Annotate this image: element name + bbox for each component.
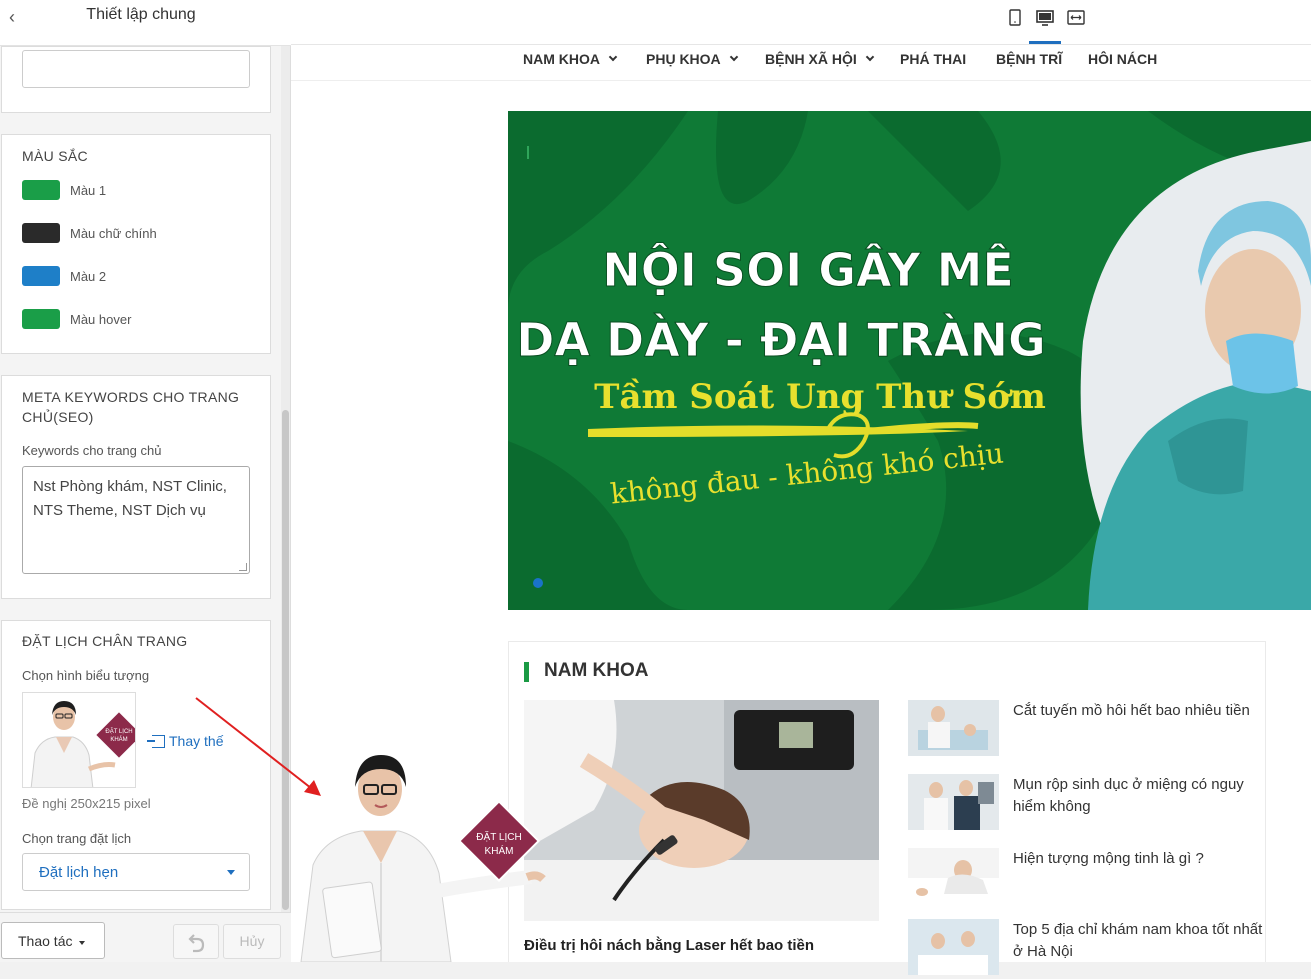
list-item[interactable]: Cắt tuyến mồ hôi hết bao nhiêu tiền [908, 700, 1268, 760]
nam-khoa-section: NAM KHOA Điều trị hôi nách bằng Laser hế… [508, 641, 1268, 975]
sidebar-footer: Thao tác Hủy [0, 912, 291, 962]
man-in-bed-image [908, 848, 999, 904]
article-thumbnail[interactable] [908, 774, 999, 830]
float-badge-line2: KHÁM [485, 844, 514, 857]
colors-section-title: MÀU SẮC [22, 148, 88, 164]
image-size-hint: Đề nghị 250x215 pixel [22, 796, 151, 811]
nav-item-pha-thai[interactable]: PHÁ THAI [900, 51, 966, 67]
previous-setting-card [1, 46, 271, 113]
fullwidth-icon[interactable] [1066, 8, 1086, 28]
banner-graphic: NỘI SOI GÂY MÊ DẠ DÀY - ĐẠI TRÀNG Tầm So… [508, 111, 1311, 610]
caret-down-icon [79, 941, 85, 945]
nav-label: BỆNH XÃ HỘI [765, 51, 857, 67]
doctor-patient-image [908, 700, 999, 756]
float-badge-line1: ĐẶT LỊCH [476, 830, 521, 843]
list-item[interactable]: Top 5 địa chỉ khám nam khoa tốt nhất ở H… [908, 919, 1268, 979]
floating-booking-widget[interactable]: ĐẶT LỊCH KHÁM [291, 745, 551, 963]
nav-label: PHÁ THAI [900, 51, 967, 67]
color-label: Màu 2 [70, 268, 107, 284]
color-swatch[interactable] [22, 180, 60, 200]
active-device-indicator [1029, 41, 1061, 44]
nav-item-phu-khoa[interactable]: PHỤ KHOA [646, 51, 738, 67]
color-swatch[interactable] [22, 223, 60, 243]
article-title[interactable]: Hiện tượng mộng tinh là gì ? [1013, 848, 1268, 870]
article-title[interactable]: Cắt tuyến mồ hôi hết bao nhiêu tiền [1013, 700, 1268, 722]
chevron-down-icon [608, 52, 618, 62]
nav-item-benh-tri[interactable]: BỆNH TRĨ [996, 51, 1062, 67]
thumbnail-badge-line2: KHÁM [110, 736, 127, 743]
chevron-down-icon [227, 870, 235, 875]
article-thumbnail[interactable] [908, 700, 999, 756]
color-item[interactable]: Màu hover [22, 309, 131, 329]
sidebar-header: ‹ Thiết lập chung [0, 0, 291, 46]
resize-grip-icon[interactable] [239, 563, 247, 571]
setting-text-input[interactable] [22, 50, 250, 88]
hero-banner[interactable]: NỘI SOI GÂY MÊ DẠ DÀY - ĐẠI TRÀNG Tầm So… [508, 111, 1311, 610]
article-thumbnail[interactable] [908, 848, 999, 904]
article-title[interactable]: Top 5 địa chỉ khám nam khoa tốt nhất ở H… [1013, 919, 1268, 963]
color-item[interactable]: Màu chữ chính [22, 223, 157, 243]
keywords-value: Nst Phòng khám, NST Clinic, NTS Theme, N… [33, 478, 227, 519]
nav-label: NAM KHOA [523, 51, 600, 67]
chevron-down-icon [729, 52, 738, 62]
customizer-sidebar: ‹ Thiết lập chung MÀU SẮC Màu 1 Màu chữ … [0, 0, 291, 962]
main-article-image[interactable] [524, 700, 879, 921]
banner-line2: DẠ DÀY - ĐẠI TRÀNG [516, 313, 1046, 367]
booking-page-select[interactable]: Đặt lịch hẹn [22, 853, 250, 891]
device-toolbar [291, 0, 1311, 45]
cancel-button[interactable]: Hủy [223, 924, 281, 959]
meta-keywords-card: META KEYWORDS CHO TRANG CHỦ(SEO) Keyword… [1, 375, 271, 599]
main-article-title[interactable]: Điều trị hôi nách bằng Laser hết bao tiề… [524, 937, 884, 954]
section-accent-bar [524, 662, 529, 682]
undo-button[interactable] [173, 924, 219, 959]
thumbnail-badge-line1: ĐẶT LỊCH [105, 728, 132, 735]
desktop-icon[interactable] [1035, 8, 1055, 28]
banner-line1: NỘI SOI GÂY MÊ [602, 243, 1014, 297]
booking-page-value: Đặt lịch hẹn [39, 864, 119, 881]
laser-treatment-image [524, 700, 879, 921]
nav-label: PHỤ KHOA [646, 51, 721, 67]
replace-icon [147, 735, 165, 748]
section-title: NAM KHOA [544, 660, 649, 681]
nav-label: HÔI NÁCH [1088, 51, 1158, 67]
scrollbar-thumb[interactable] [282, 410, 289, 910]
keywords-textarea[interactable]: Nst Phòng khám, NST Clinic, NTS Theme, N… [22, 466, 250, 574]
color-item[interactable]: Màu 1 [22, 180, 106, 200]
icon-field-label: Chọn hình biểu tượng [22, 668, 150, 683]
doctor-thumbnail-icon: ĐẶT LỊCH KHÁM [23, 693, 135, 787]
banner-line3: Tầm Soát Ung Thư Sớm [594, 377, 1046, 417]
keywords-field-label: Keywords cho trang chủ [22, 443, 162, 458]
color-label: Màu chữ chính [70, 225, 157, 241]
couple-image [908, 919, 999, 975]
undo-icon [188, 934, 205, 953]
list-item[interactable]: Mụn rộp sinh dục ở miệng có nguy hiểm kh… [908, 774, 1268, 834]
action-dropdown-button[interactable]: Thao tác [1, 922, 105, 959]
nav-item-nam-khoa[interactable]: NAM KHOA [523, 51, 618, 67]
booking-page-label: Chọn trang đặt lịch [22, 831, 132, 846]
list-item[interactable]: Hiện tượng mộng tinh là gì ? [908, 848, 1268, 908]
nav-item-benh-xa-hoi[interactable]: BỆNH XÃ HỘI [765, 51, 875, 67]
sidebar-title: Thiết lập chung [86, 6, 196, 23]
color-swatch[interactable] [22, 266, 60, 286]
article-title[interactable]: Mụn rộp sinh dục ở miệng có nguy hiểm kh… [1013, 774, 1268, 818]
doctor-booking-icon: ĐẶT LỊCH KHÁM [300, 755, 546, 963]
action-label: Thao tác [18, 933, 73, 949]
nav-label: BỆNH TRĨ [996, 51, 1063, 67]
article-thumbnail[interactable] [908, 919, 999, 975]
color-item[interactable]: Màu 2 [22, 266, 106, 286]
color-swatch[interactable] [22, 309, 60, 329]
doctors-image [908, 774, 999, 830]
chevron-down-icon [865, 52, 875, 62]
color-label: Màu hover [70, 311, 132, 327]
main-navigation: NAM KHOA PHỤ KHOA BỆNH XÃ HỘI PHÁ THAI B… [291, 45, 1311, 81]
booking-section-title: ĐẶT LỊCH CHÂN TRANG [22, 633, 188, 649]
colors-card: MÀU SẮC Màu 1 Màu chữ chính Màu 2 Màu ho… [1, 134, 271, 354]
meta-section-title: META KEYWORDS CHO TRANG CHỦ(SEO) [22, 389, 240, 425]
nav-item-hoi-nach[interactable]: HÔI NÁCH [1088, 51, 1157, 67]
icon-image-preview[interactable]: ĐẶT LỊCH KHÁM [22, 692, 136, 788]
tablet-icon[interactable] [1005, 8, 1025, 28]
color-label: Màu 1 [70, 182, 107, 198]
